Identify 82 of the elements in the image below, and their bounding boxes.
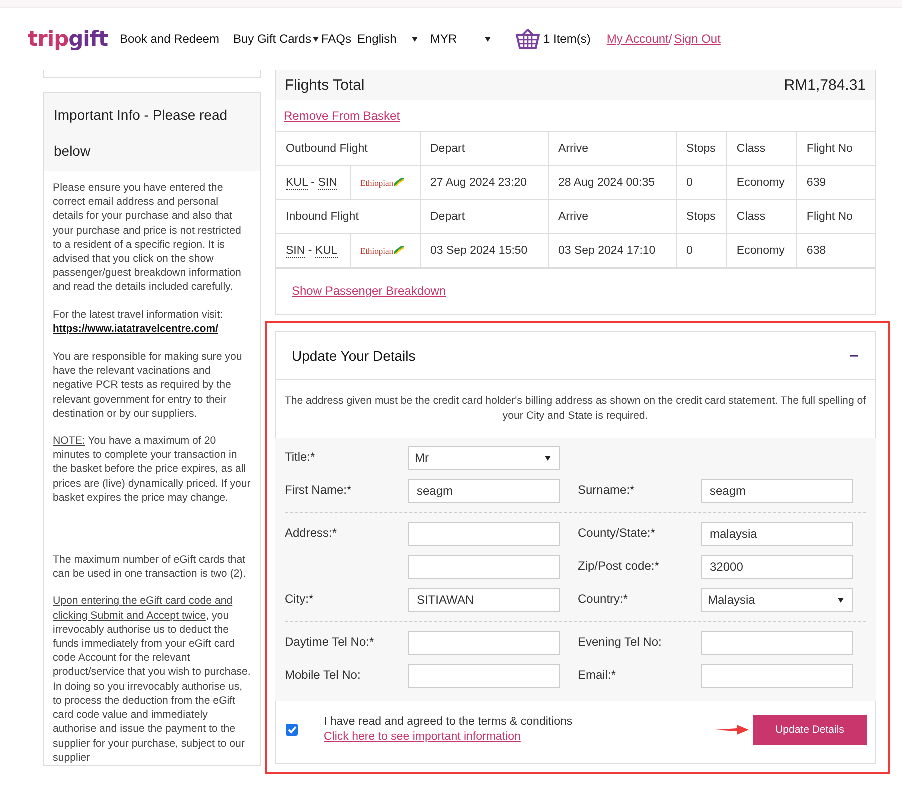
details-title: Update Your Details bbox=[292, 348, 416, 364]
nav-link[interactable]: FAQs bbox=[321, 32, 352, 46]
airline-logo: Ethiopian bbox=[360, 246, 404, 256]
input-field[interactable] bbox=[408, 522, 560, 546]
sign-out-link[interactable]: Sign Out bbox=[674, 32, 721, 46]
field-label: County/State:* bbox=[578, 525, 656, 540]
basket-icon[interactable] bbox=[514, 29, 540, 49]
info-paragraph: Upon entering the eGift card code and clicking Submit and Accept twice, you irrevocably authorise us to deduct the funds immediately from your eGift card code Account for the relevant product/service that you wish to purchase. In doing so you irrevocably authorise us, to process the deduction from the eGift card code value and immediately authorise and issue the payment to the supplier for your purchase, subject to our supplier bbox=[53, 594, 252, 765]
travel-link[interactable]: https://www.iatatravelcentre.com/ bbox=[53, 324, 218, 335]
logo[interactable]: tripgift bbox=[28, 27, 108, 51]
caret-icon bbox=[313, 36, 320, 42]
field-label: Title:* bbox=[285, 449, 316, 464]
info-paragraph: Please ensure you have entered the correct email address and personal details for your purchase and also that your purchase and price is not restricted to a resident of a specific region. It is advised that you click on the show passenger/guest breakdown information and read the details included carefully. bbox=[53, 181, 242, 295]
input-field[interactable] bbox=[701, 664, 853, 688]
remove-link[interactable]: Remove From Basket bbox=[284, 109, 400, 123]
info-title: Important Info - Please read below bbox=[44, 93, 260, 171]
field-label: Address:* bbox=[285, 525, 338, 540]
input-field[interactable]: seagm bbox=[408, 479, 560, 503]
caret-icon bbox=[545, 456, 551, 460]
input-field[interactable]: malaysia bbox=[701, 522, 853, 546]
update-button[interactable]: Update Details bbox=[753, 715, 867, 745]
table-header-cell: Inbound Flight bbox=[276, 200, 420, 234]
caret-icon bbox=[838, 598, 844, 602]
table-header-cell: Outbound Flight bbox=[276, 132, 420, 166]
input-field[interactable]: seagm bbox=[701, 479, 853, 503]
field-label: Mobile Tel No: bbox=[285, 667, 362, 682]
field-label: Country:* bbox=[578, 591, 630, 606]
language-select[interactable]: English bbox=[358, 32, 418, 46]
select-field[interactable]: Malaysia bbox=[701, 588, 853, 612]
table-cell: 0 bbox=[676, 234, 726, 268]
table-cell: 03 Sep 2024 17:10 bbox=[548, 234, 676, 268]
input-field[interactable]: 32000 bbox=[701, 555, 853, 579]
table-header-cell: Stops bbox=[676, 132, 726, 166]
table-header-cell: Depart bbox=[420, 132, 548, 166]
table-cell: 0 bbox=[676, 166, 726, 200]
field-label: Email:* bbox=[578, 667, 618, 682]
input-field[interactable] bbox=[408, 664, 560, 688]
airline-logo: Ethiopian bbox=[360, 178, 404, 188]
field-label: City:* bbox=[285, 591, 315, 606]
route-cell: SIN - KUL bbox=[276, 234, 350, 268]
field-label: Zip/Post code:* bbox=[578, 558, 660, 573]
input-field[interactable] bbox=[408, 555, 560, 579]
field-label: Evening Tel No: bbox=[578, 634, 663, 649]
currency-select[interactable]: MYR bbox=[430, 32, 490, 46]
terms-text: I have read and agreed to the terms & conditions bbox=[324, 715, 573, 730]
table-header-cell: Class bbox=[726, 200, 796, 234]
info-paragraph: NOTE: You have a maximum of 20 minutes to complete your transaction in the basket before the price expires, as all prices are (live) dynamically priced. If your basket expires the price may change. bbox=[53, 434, 252, 506]
table-header-cell: Depart bbox=[420, 200, 548, 234]
nav-link[interactable]: Buy Gift Cards bbox=[233, 32, 320, 46]
field-label: Daytime Tel No:* bbox=[285, 634, 376, 649]
table-header-cell: Class bbox=[726, 132, 796, 166]
separator: / bbox=[668, 32, 672, 46]
info-link[interactable]: Click here to see important information bbox=[324, 730, 573, 745]
terms-checkbox[interactable] bbox=[286, 724, 298, 736]
caret-icon bbox=[484, 36, 490, 42]
flights-title: Flights Total bbox=[285, 76, 365, 94]
table-header-cell: Arrive bbox=[548, 132, 676, 166]
notice-text: The address given must be the credit card holder's billing address as shown on the credit card statement. The full spelling of your City and State is required. bbox=[284, 394, 868, 424]
table-header-cell: Stops bbox=[676, 200, 726, 234]
input-field[interactable] bbox=[408, 631, 560, 655]
breakdown-link[interactable]: Show Passenger Breakdown bbox=[292, 284, 446, 298]
table-cell: 27 Aug 2024 23:20 bbox=[420, 166, 548, 200]
input-field[interactable]: SITIAWAN bbox=[408, 588, 560, 612]
table-header-cell: Flight No bbox=[796, 132, 875, 166]
input-field[interactable] bbox=[701, 631, 853, 655]
caret-icon bbox=[412, 36, 418, 42]
table-cell: 28 Aug 2024 00:35 bbox=[548, 166, 676, 200]
basket-count: 1 Item(s) bbox=[544, 32, 591, 46]
info-text: For the latest travel information visit: bbox=[53, 308, 224, 321]
flights-total: RM1,784.31 bbox=[784, 76, 866, 94]
table-header-cell: Arrive bbox=[548, 200, 676, 234]
table-cell: 03 Sep 2024 15:50 bbox=[420, 234, 548, 268]
route-cell: KUL - SIN bbox=[276, 166, 350, 200]
table-cell: Economy bbox=[726, 234, 796, 268]
table-cell: Economy bbox=[726, 166, 796, 200]
field-label: Surname:* bbox=[578, 482, 636, 497]
field-label: First Name:* bbox=[285, 482, 353, 497]
info-paragraph: The maximum number of eGift cards that can be used in one transaction is two (2). bbox=[53, 553, 248, 582]
info-paragraph: You are responsible for making sure you have the relevant vacinations and negative PCR tests as required by the relevant government for entry to their destination or by our suppliers. bbox=[53, 350, 244, 422]
account-link[interactable]: My Account bbox=[606, 32, 669, 46]
nav-link[interactable]: Book and Redeem bbox=[120, 32, 220, 46]
select-field[interactable]: Mr bbox=[408, 446, 560, 470]
